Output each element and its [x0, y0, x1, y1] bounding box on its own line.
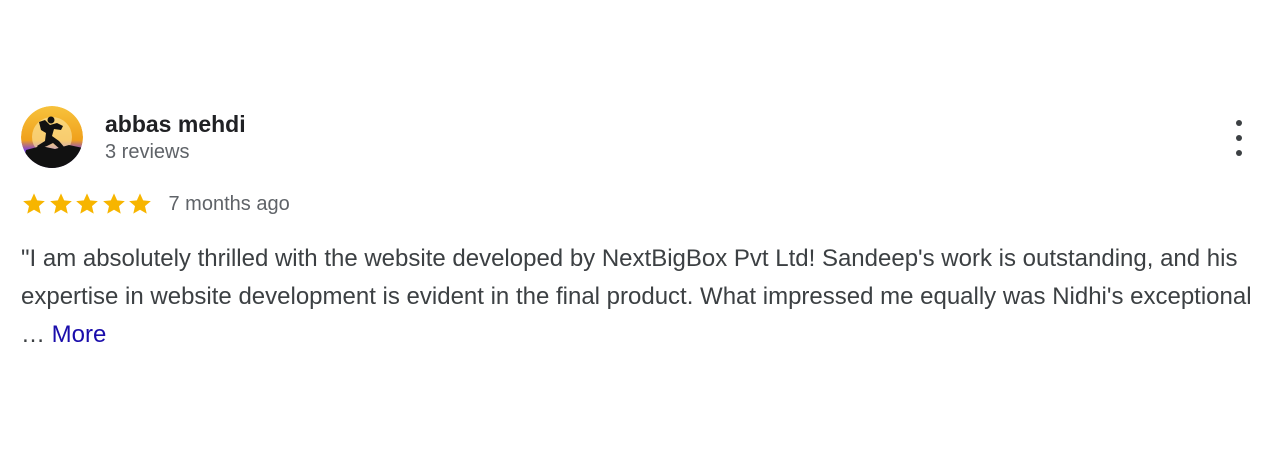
review-card: abbas mehdi 3 reviews 7 months ago "I am… — [21, 106, 1271, 348]
author-name[interactable]: abbas mehdi — [105, 110, 246, 138]
star-icon — [76, 193, 98, 214]
review-header: abbas mehdi 3 reviews — [21, 106, 1271, 170]
review-time: 7 months ago — [168, 192, 290, 215]
rating-row: 7 months ago — [21, 189, 290, 219]
more-link[interactable]: More — [52, 321, 107, 348]
review-text-content: "I am absolutely thrilled with the websi… — [21, 245, 1252, 348]
star-icon — [129, 193, 151, 214]
more-vertical-icon — [1236, 120, 1242, 126]
star-rating — [21, 191, 154, 217]
star-icon — [23, 193, 45, 214]
avatar[interactable] — [21, 106, 83, 168]
star-icon — [102, 193, 125, 214]
avatar-person-silhouette-icon — [21, 106, 83, 168]
more-options-button[interactable] — [1229, 120, 1249, 156]
star-icon — [49, 193, 72, 214]
more-vertical-icon-dot — [1236, 135, 1242, 141]
author-info: abbas mehdi 3 reviews — [105, 110, 246, 166]
more-vertical-icon-dot — [1236, 150, 1242, 156]
review-text: "I am absolutely thrilled with the websi… — [21, 240, 1271, 354]
author-review-count: 3 reviews — [105, 141, 190, 163]
